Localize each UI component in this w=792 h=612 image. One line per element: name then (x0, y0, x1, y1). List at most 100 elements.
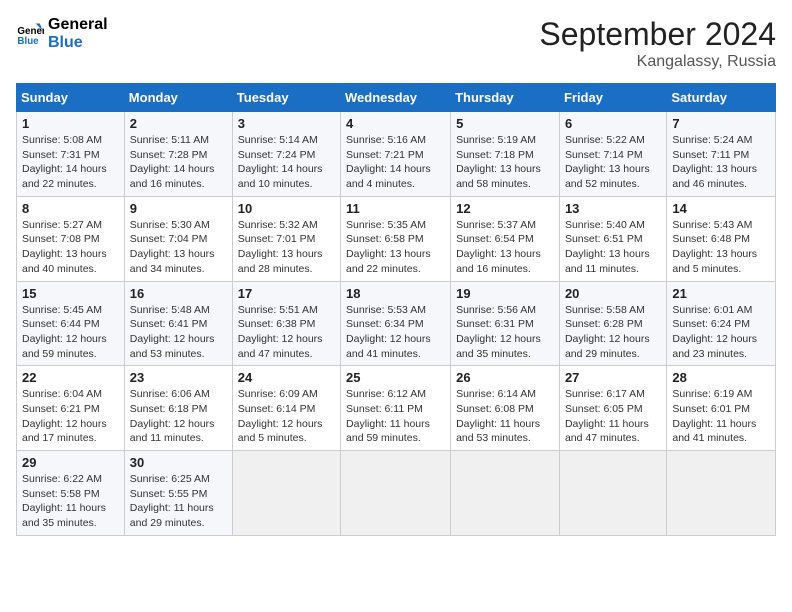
day-number: 11 (346, 201, 445, 216)
table-row: 9Sunrise: 5:30 AMSunset: 7:04 PMDaylight… (124, 196, 232, 281)
day-info: Sunrise: 5:14 AMSunset: 7:24 PMDaylight:… (238, 133, 335, 192)
table-row (232, 451, 340, 536)
day-info: Sunrise: 5:45 AMSunset: 6:44 PMDaylight:… (22, 303, 119, 362)
table-row (559, 451, 666, 536)
day-number: 28 (672, 370, 770, 385)
day-number: 6 (565, 116, 661, 131)
table-row: 20 Sunrise: 5:58 AMSunset: 6:28 PMDayligh… (559, 281, 666, 366)
table-row: 26 Sunrise: 6:14 AMSunset: 6:08 PMDayligh… (451, 366, 560, 451)
table-row: 4Sunrise: 5:16 AMSunset: 7:21 PMDaylight… (341, 112, 451, 197)
day-info: Sunrise: 5:35 AMSunset: 6:58 PMDaylight:… (346, 218, 445, 277)
day-number: 26 (456, 370, 554, 385)
day-info: Sunrise: 5:51 AMSunset: 6:38 PMDaylight:… (238, 303, 335, 362)
svg-text:Blue: Blue (17, 35, 39, 46)
day-number: 12 (456, 201, 554, 216)
table-row: 29 Sunrise: 6:22 AMSunset: 5:58 PMDayligh… (17, 451, 125, 536)
table-row: 12Sunrise: 5:37 AMSunset: 6:54 PMDayligh… (451, 196, 560, 281)
table-row: 3 Sunrise: 5:14 AMSunset: 7:24 PMDaylight… (232, 112, 340, 197)
day-info: Sunrise: 6:17 AMSunset: 6:05 PMDaylight:… (565, 387, 661, 446)
day-info: Sunrise: 5:43 AMSunset: 6:48 PMDaylight:… (672, 218, 770, 277)
day-info: Sunrise: 5:40 AMSunset: 6:51 PMDaylight:… (565, 218, 661, 277)
logo-line2: Blue (48, 34, 108, 52)
header-thursday: Thursday (451, 84, 560, 112)
day-number: 8 (22, 201, 119, 216)
table-row: 5 Sunrise: 5:19 AMSunset: 7:18 PMDaylight… (451, 112, 560, 197)
day-number: 25 (346, 370, 445, 385)
day-number: 2 (130, 116, 227, 131)
title-block: September 2024 Kangalassy, Russia (539, 16, 776, 71)
day-info: Sunrise: 5:53 AMSunset: 6:34 PMDaylight:… (346, 303, 445, 362)
table-row (451, 451, 560, 536)
day-info: Sunrise: 5:48 AMSunset: 6:41 PMDaylight:… (130, 303, 227, 362)
day-info: Sunrise: 5:56 AMSunset: 6:31 PMDaylight:… (456, 303, 554, 362)
day-info: Sunrise: 5:24 AMSunset: 7:11 PMDaylight:… (672, 133, 770, 192)
location-subtitle: Kangalassy, Russia (539, 53, 776, 71)
day-info: Sunrise: 6:25 AMSunset: 5:55 PMDaylight:… (130, 472, 227, 531)
day-number: 17 (238, 286, 335, 301)
table-row: 15 Sunrise: 5:45 AMSunset: 6:44 PMDayligh… (17, 281, 125, 366)
day-info: Sunrise: 5:32 AMSunset: 7:01 PMDaylight:… (238, 218, 335, 277)
day-info: Sunrise: 6:22 AMSunset: 5:58 PMDaylight:… (22, 472, 119, 531)
header-tuesday: Tuesday (232, 84, 340, 112)
day-info: Sunrise: 5:27 AMSunset: 7:08 PMDaylight:… (22, 218, 119, 277)
table-row: 25 Sunrise: 6:12 AMSunset: 6:11 PMDayligh… (341, 366, 451, 451)
day-info: Sunrise: 5:58 AMSunset: 6:28 PMDaylight:… (565, 303, 661, 362)
table-row: 22Sunrise: 6:04 AMSunset: 6:21 PMDayligh… (17, 366, 125, 451)
day-info: Sunrise: 6:04 AMSunset: 6:21 PMDaylight:… (22, 387, 119, 446)
logo-icon: General Blue (16, 20, 44, 48)
day-number: 27 (565, 370, 661, 385)
header-wednesday: Wednesday (341, 84, 451, 112)
header-sunday: Sunday (17, 84, 125, 112)
table-row: 17 Sunrise: 5:51 AMSunset: 6:38 PMDayligh… (232, 281, 340, 366)
table-row: 10 Sunrise: 5:32 AMSunset: 7:01 PMDayligh… (232, 196, 340, 281)
logo: General Blue General Blue (16, 16, 108, 51)
day-number: 5 (456, 116, 554, 131)
table-row: 28Sunrise: 6:19 AMSunset: 6:01 PMDayligh… (667, 366, 776, 451)
day-number: 15 (22, 286, 119, 301)
day-number: 18 (346, 286, 445, 301)
day-info: Sunrise: 5:19 AMSunset: 7:18 PMDaylight:… (456, 133, 554, 192)
day-info: Sunrise: 5:08 AMSunset: 7:31 PMDaylight:… (22, 133, 119, 192)
day-number: 10 (238, 201, 335, 216)
table-row: 13 Sunrise: 5:40 AMSunset: 6:51 PMDayligh… (559, 196, 666, 281)
table-row: 23 Sunrise: 6:06 AMSunset: 6:18 PMDayligh… (124, 366, 232, 451)
table-row: 19 Sunrise: 5:56 AMSunset: 6:31 PMDayligh… (451, 281, 560, 366)
day-number: 21 (672, 286, 770, 301)
day-info: Sunrise: 5:30 AMSunset: 7:04 PMDaylight:… (130, 218, 227, 277)
header-saturday: Saturday (667, 84, 776, 112)
table-row: 2 Sunrise: 5:11 AMSunset: 7:28 PMDaylight… (124, 112, 232, 197)
day-number: 29 (22, 455, 119, 470)
day-info: Sunrise: 6:14 AMSunset: 6:08 PMDaylight:… (456, 387, 554, 446)
day-info: Sunrise: 6:01 AMSunset: 6:24 PMDaylight:… (672, 303, 770, 362)
page-header: General Blue General Blue September 2024… (16, 16, 776, 71)
day-number: 20 (565, 286, 661, 301)
day-info: Sunrise: 6:06 AMSunset: 6:18 PMDaylight:… (130, 387, 227, 446)
table-row (341, 451, 451, 536)
table-row: 7 Sunrise: 5:24 AMSunset: 7:11 PMDaylight… (667, 112, 776, 197)
table-row: 8 Sunrise: 5:27 AMSunset: 7:08 PMDaylight… (17, 196, 125, 281)
day-number: 24 (238, 370, 335, 385)
day-number: 3 (238, 116, 335, 131)
table-row: 21 Sunrise: 6:01 AMSunset: 6:24 PMDayligh… (667, 281, 776, 366)
day-info: Sunrise: 6:09 AMSunset: 6:14 PMDaylight:… (238, 387, 335, 446)
day-number: 14 (672, 201, 770, 216)
month-title: September 2024 (539, 16, 776, 53)
table-row: 11 Sunrise: 5:35 AMSunset: 6:58 PMDayligh… (341, 196, 451, 281)
day-number: 23 (130, 370, 227, 385)
calendar-table: Sunday Monday Tuesday Wednesday Thursday… (16, 83, 776, 536)
table-row: 24 Sunrise: 6:09 AMSunset: 6:14 PMDayligh… (232, 366, 340, 451)
day-info: Sunrise: 5:16 AMSunset: 7:21 PMDaylight:… (346, 133, 445, 192)
day-number: 7 (672, 116, 770, 131)
day-number: 13 (565, 201, 661, 216)
day-info: Sunrise: 6:12 AMSunset: 6:11 PMDaylight:… (346, 387, 445, 446)
day-number: 30 (130, 455, 227, 470)
table-row: 30 Sunrise: 6:25 AMSunset: 5:55 PMDayligh… (124, 451, 232, 536)
table-row (667, 451, 776, 536)
header-monday: Monday (124, 84, 232, 112)
table-row: 1Sunrise: 5:08 AMSunset: 7:31 PMDaylight… (17, 112, 125, 197)
header-friday: Friday (559, 84, 666, 112)
day-number: 19 (456, 286, 554, 301)
day-info: Sunrise: 5:11 AMSunset: 7:28 PMDaylight:… (130, 133, 227, 192)
table-row: 14 Sunrise: 5:43 AMSunset: 6:48 PMDayligh… (667, 196, 776, 281)
logo-line1: General (48, 16, 108, 34)
